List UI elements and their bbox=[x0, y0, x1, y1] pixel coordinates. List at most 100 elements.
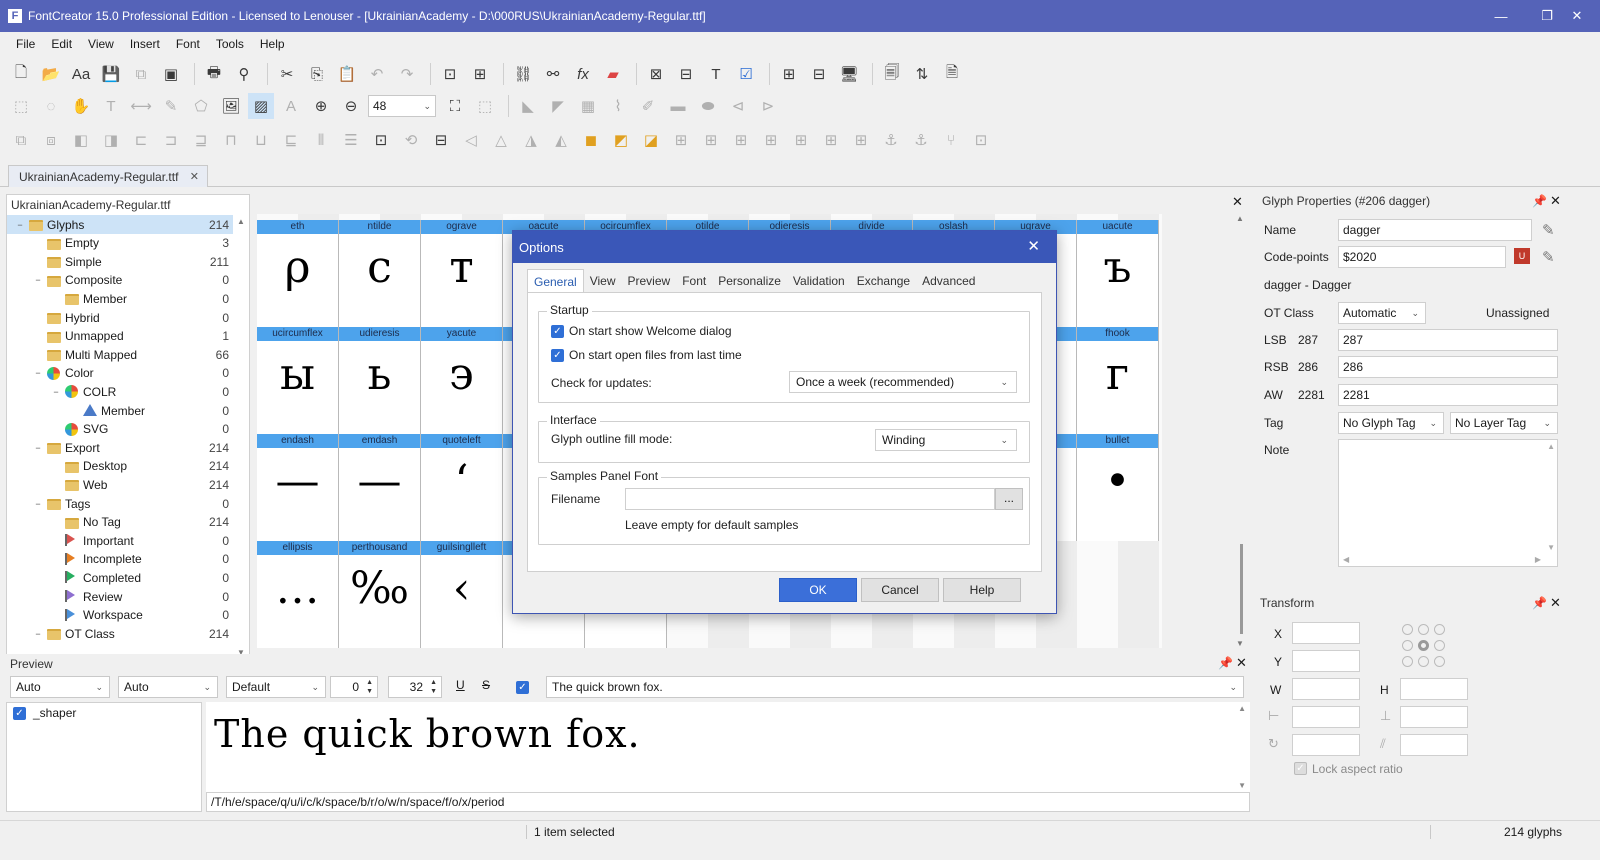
collapse-toggle-icon[interactable]: − bbox=[33, 443, 43, 453]
save-all-icon[interactable]: ⧉ bbox=[128, 61, 154, 87]
rsb-field[interactable]: 286 bbox=[1338, 356, 1558, 378]
preview-pin-icon[interactable]: 📌 bbox=[1218, 656, 1233, 670]
menu-edit[interactable]: Edit bbox=[43, 37, 80, 51]
otclass-combo[interactable]: Automatic ⌄ bbox=[1338, 302, 1426, 324]
codepoints-field[interactable]: $2020 bbox=[1338, 246, 1506, 268]
save-as-icon[interactable]: ▣ bbox=[158, 61, 184, 87]
union-icon[interactable]: ◼ bbox=[578, 127, 604, 153]
brush-icon[interactable]: ⌇ bbox=[605, 93, 631, 119]
tab-document[interactable]: UkrainianAcademy-Regular.ttf ✕ bbox=[8, 165, 208, 187]
note-textarea[interactable]: ▲ ▼ ◀ ▶ bbox=[1338, 439, 1558, 567]
frame-icon[interactable]: ⊡ bbox=[968, 127, 994, 153]
align-center-icon[interactable]: ⊐ bbox=[158, 127, 184, 153]
dialog-close-icon[interactable]: ✕ bbox=[1027, 237, 1040, 255]
forward-icon[interactable]: ⊳ bbox=[755, 93, 781, 119]
glyph-cell[interactable]: quoteleft ‘ bbox=[421, 434, 503, 541]
metrics-icon[interactable]: ⊟ bbox=[428, 127, 454, 153]
edit-name-icon[interactable]: ✎ bbox=[1542, 221, 1555, 239]
transform-pin-icon[interactable]: 📌 bbox=[1532, 596, 1547, 610]
size-spinner[interactable]: 32 ▲ ▼ bbox=[388, 676, 442, 698]
analyze-icon[interactable]: ⊞ bbox=[776, 61, 802, 87]
rotate-icon[interactable]: ⟲ bbox=[398, 127, 424, 153]
align-right-icon[interactable]: ⊒ bbox=[188, 127, 214, 153]
tab-general[interactable]: General bbox=[527, 269, 584, 293]
paste-icon[interactable]: 📋 bbox=[334, 61, 360, 87]
tree-item[interactable]: − COLR 0 bbox=[7, 382, 233, 401]
tree-item[interactable]: − OT Class 214 bbox=[7, 624, 233, 643]
tree-item[interactable]: − Export 214 bbox=[7, 438, 233, 457]
unicode-icon[interactable]: U bbox=[1514, 248, 1530, 264]
tree-item[interactable]: Desktop 214 bbox=[7, 457, 233, 476]
preview-text-combo[interactable]: The quick brown fox. ⌄ bbox=[546, 676, 1244, 698]
collapse-toggle-icon[interactable]: − bbox=[33, 275, 43, 285]
skew-icon[interactable]: ◮ bbox=[518, 127, 544, 153]
install-icon[interactable]: 🖥 bbox=[836, 61, 862, 87]
grid4-icon[interactable]: ⊞ bbox=[758, 127, 784, 153]
align-bottom-icon[interactable]: ⊑ bbox=[278, 127, 304, 153]
link-icon[interactable]: ⛓ bbox=[510, 61, 536, 87]
subtract-icon[interactable]: ◪ bbox=[638, 127, 664, 153]
menu-help[interactable]: Help bbox=[252, 37, 293, 51]
preview-close-icon[interactable]: ✕ bbox=[1236, 655, 1247, 671]
eraser-icon[interactable]: ▰ bbox=[600, 61, 626, 87]
anchor-edit-icon[interactable]: ⚓ bbox=[908, 127, 934, 153]
grid1-icon[interactable]: ⊞ bbox=[668, 127, 694, 153]
grid6-icon[interactable]: ⊞ bbox=[818, 127, 844, 153]
pin-icon[interactable]: 📌 bbox=[1532, 194, 1547, 208]
fit-icon[interactable]: ⛶ bbox=[442, 93, 468, 119]
menu-insert[interactable]: Insert bbox=[122, 37, 168, 51]
fill-mode-combo[interactable]: Winding ⌄ bbox=[875, 429, 1017, 451]
text-tool-icon[interactable]: T bbox=[703, 61, 729, 87]
group-icon[interactable]: ⧉ bbox=[8, 127, 34, 153]
validate-icon[interactable]: ☑ bbox=[733, 61, 759, 87]
anchor-icon[interactable]: ⚓ bbox=[878, 127, 904, 153]
export-icon[interactable]: 🗎 bbox=[939, 61, 965, 87]
flip-h-icon[interactable]: ◁ bbox=[458, 127, 484, 153]
collapse-toggle-icon[interactable]: − bbox=[51, 387, 61, 397]
name-field[interactable]: dagger bbox=[1338, 219, 1532, 241]
w-field[interactable] bbox=[1292, 678, 1360, 700]
tab-personalize[interactable]: Personalize bbox=[712, 269, 787, 293]
fill-mode-icon[interactable]: ▨ bbox=[248, 93, 274, 119]
language-combo[interactable]: Auto ⌄ bbox=[118, 676, 218, 698]
align-left-icon[interactable]: ⊏ bbox=[128, 127, 154, 153]
back-icon[interactable]: ⊲ bbox=[725, 93, 751, 119]
menu-view[interactable]: View bbox=[80, 37, 122, 51]
close-grid-panel-icon[interactable]: ✕ bbox=[1232, 194, 1243, 210]
tree-item[interactable]: Member 0 bbox=[7, 289, 233, 308]
tab-exchange[interactable]: Exchange bbox=[851, 269, 916, 293]
spacing-spinner[interactable]: 0 ▲ ▼ bbox=[330, 676, 378, 698]
ellipse-icon[interactable]: ⬬ bbox=[695, 93, 721, 119]
collapse-toggle-icon[interactable]: − bbox=[15, 220, 25, 230]
menu-file[interactable]: File bbox=[8, 37, 43, 51]
tab-preview[interactable]: Preview bbox=[622, 269, 677, 293]
cancel-button[interactable]: Cancel bbox=[861, 578, 939, 602]
font-icon[interactable]: Aa bbox=[68, 61, 94, 87]
scale-y-field[interactable] bbox=[1400, 706, 1468, 728]
glyph-cell[interactable]: fhook г bbox=[1077, 327, 1159, 434]
glyph-cell[interactable]: bullet • bbox=[1077, 434, 1159, 541]
welcome-label[interactable]: On start show Welcome dialog bbox=[569, 324, 732, 338]
zoom-combo[interactable]: 48 ⌄ bbox=[368, 95, 436, 117]
menu-tools[interactable]: Tools bbox=[208, 37, 252, 51]
intersect-icon[interactable]: ◩ bbox=[608, 127, 634, 153]
close-window-button[interactable]: ✕ bbox=[1554, 0, 1600, 32]
tab-validation[interactable]: Validation bbox=[787, 269, 851, 293]
layout-icon[interactable]: ⇅ bbox=[909, 61, 935, 87]
measure-icon[interactable]: ⟷ bbox=[128, 93, 154, 119]
glyph-cell[interactable] bbox=[1077, 541, 1159, 648]
glyph-cell[interactable]: yacute э bbox=[421, 327, 503, 434]
aw-field[interactable]: 2281 bbox=[1338, 384, 1558, 406]
welcome-checkbox[interactable]: ✓ bbox=[551, 325, 564, 338]
browse-button[interactable]: ... bbox=[995, 488, 1023, 510]
tree-item[interactable]: Hybrid 0 bbox=[7, 308, 233, 327]
grid7-icon[interactable]: ⊞ bbox=[848, 127, 874, 153]
edit-codepoints-icon[interactable]: ✎ bbox=[1542, 248, 1555, 266]
distribute-v-icon[interactable]: ☰ bbox=[338, 127, 364, 153]
rectangle-icon[interactable]: ▬ bbox=[665, 93, 691, 119]
unlink-icon[interactable]: ⚯ bbox=[540, 61, 566, 87]
scale-x-field[interactable] bbox=[1292, 706, 1360, 728]
preview-toggle-checkbox[interactable]: ✓ bbox=[516, 681, 529, 694]
grid-scrollbar[interactable]: ▲ ▼ bbox=[1236, 214, 1248, 648]
shaper-checkbox[interactable]: ✓ bbox=[13, 707, 26, 720]
